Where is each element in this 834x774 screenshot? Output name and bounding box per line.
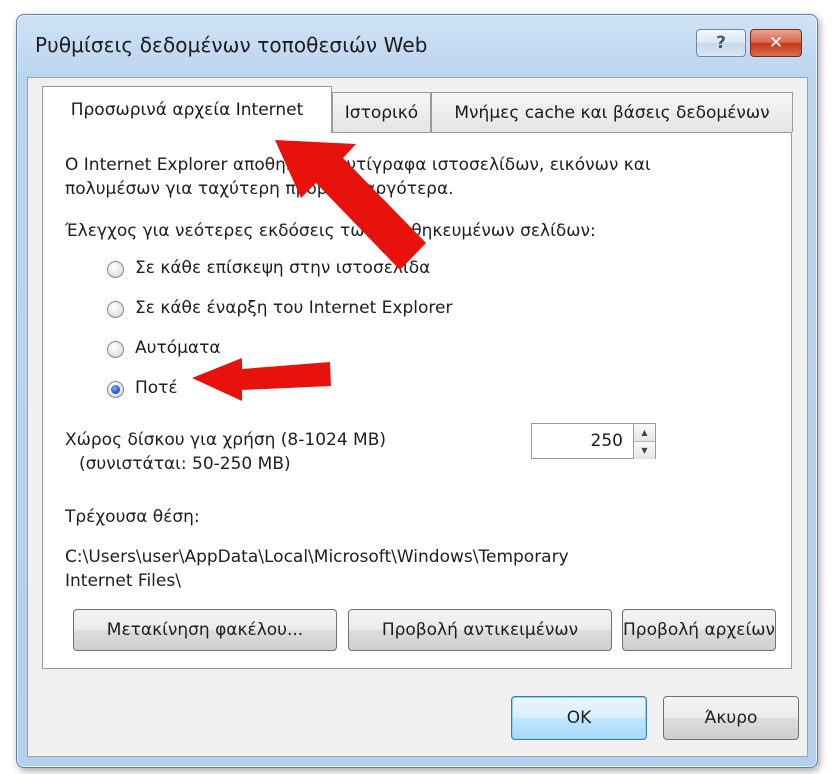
- dialog-client-area: Προσωρινά αρχεία Internet Ιστορικό Μνήμε…: [27, 77, 808, 757]
- help-button[interactable]: ?: [696, 29, 746, 57]
- cancel-button[interactable]: Άκυρο: [663, 696, 799, 740]
- location-path-line-1: C:\Users\user\AppData\Local\Microsoft\Wi…: [65, 547, 569, 567]
- radio-automatic-label[interactable]: Αυτόματα: [135, 338, 221, 358]
- tab-caches-databases[interactable]: Μνήμες cache και βάσεις δεδομένων: [431, 92, 793, 132]
- close-icon: ✕: [768, 33, 784, 53]
- disk-space-stepper: ▲ ▼: [634, 423, 656, 459]
- tab-panel: O Internet Explorer αποθηκεύει αντίγραφα…: [42, 132, 792, 669]
- description-line-1: O Internet Explorer αποθηκεύει αντίγραφα…: [65, 155, 651, 175]
- radio-never-label[interactable]: Ποτέ: [135, 378, 178, 398]
- check-newer-label: Έλεγχος για νεότερες εκδόσεις των αποθηκ…: [65, 221, 596, 241]
- radio-automatic[interactable]: [107, 341, 124, 358]
- description-line-2: πολυμέσων για ταχύτερη προβολή αργότερα.: [65, 179, 454, 199]
- radio-every-start[interactable]: [107, 301, 124, 318]
- ok-button[interactable]: OK: [511, 696, 647, 740]
- tab-temporary-internet-files[interactable]: Προσωρινά αρχεία Internet: [42, 86, 332, 133]
- tab-history[interactable]: Ιστορικό: [332, 92, 431, 132]
- stepper-down-icon[interactable]: ▼: [634, 442, 655, 459]
- close-button[interactable]: ✕: [750, 29, 802, 57]
- location-path-line-2: Internet Files\: [65, 571, 181, 591]
- disk-space-label: Χώρος δίσκου για χρήση (8-1024 MB): [65, 430, 387, 450]
- move-folder-button[interactable]: Μετακίνηση φακέλου...: [73, 609, 337, 651]
- title-bar[interactable]: Ρυθμίσεις δεδομένων τοποθεσιών Web ? ✕: [17, 15, 817, 77]
- radio-every-visit[interactable]: [107, 261, 124, 278]
- radio-never[interactable]: [107, 381, 124, 398]
- stepper-up-icon[interactable]: ▲: [634, 424, 655, 442]
- current-location-label: Τρέχουσα θέση:: [65, 507, 200, 527]
- disk-space-input[interactable]: 250: [531, 423, 634, 459]
- radio-every-start-label[interactable]: Σε κάθε έναρξη του Internet Explorer: [135, 298, 452, 318]
- view-objects-button[interactable]: Προβολή αντικειμένων: [348, 609, 612, 651]
- radio-every-visit-label[interactable]: Σε κάθε επίσκεψη στην ιστοσελίδα: [135, 258, 430, 278]
- disk-space-recommendation: (συνιστάται: 50-250 MB): [79, 454, 291, 474]
- settings-dialog: Ρυθμίσεις δεδομένων τοποθεσιών Web ? ✕ Π…: [16, 14, 818, 768]
- dialog-title: Ρυθμίσεις δεδομένων τοποθεσιών Web: [35, 33, 428, 57]
- view-files-button[interactable]: Προβολή αρχείων: [622, 609, 776, 651]
